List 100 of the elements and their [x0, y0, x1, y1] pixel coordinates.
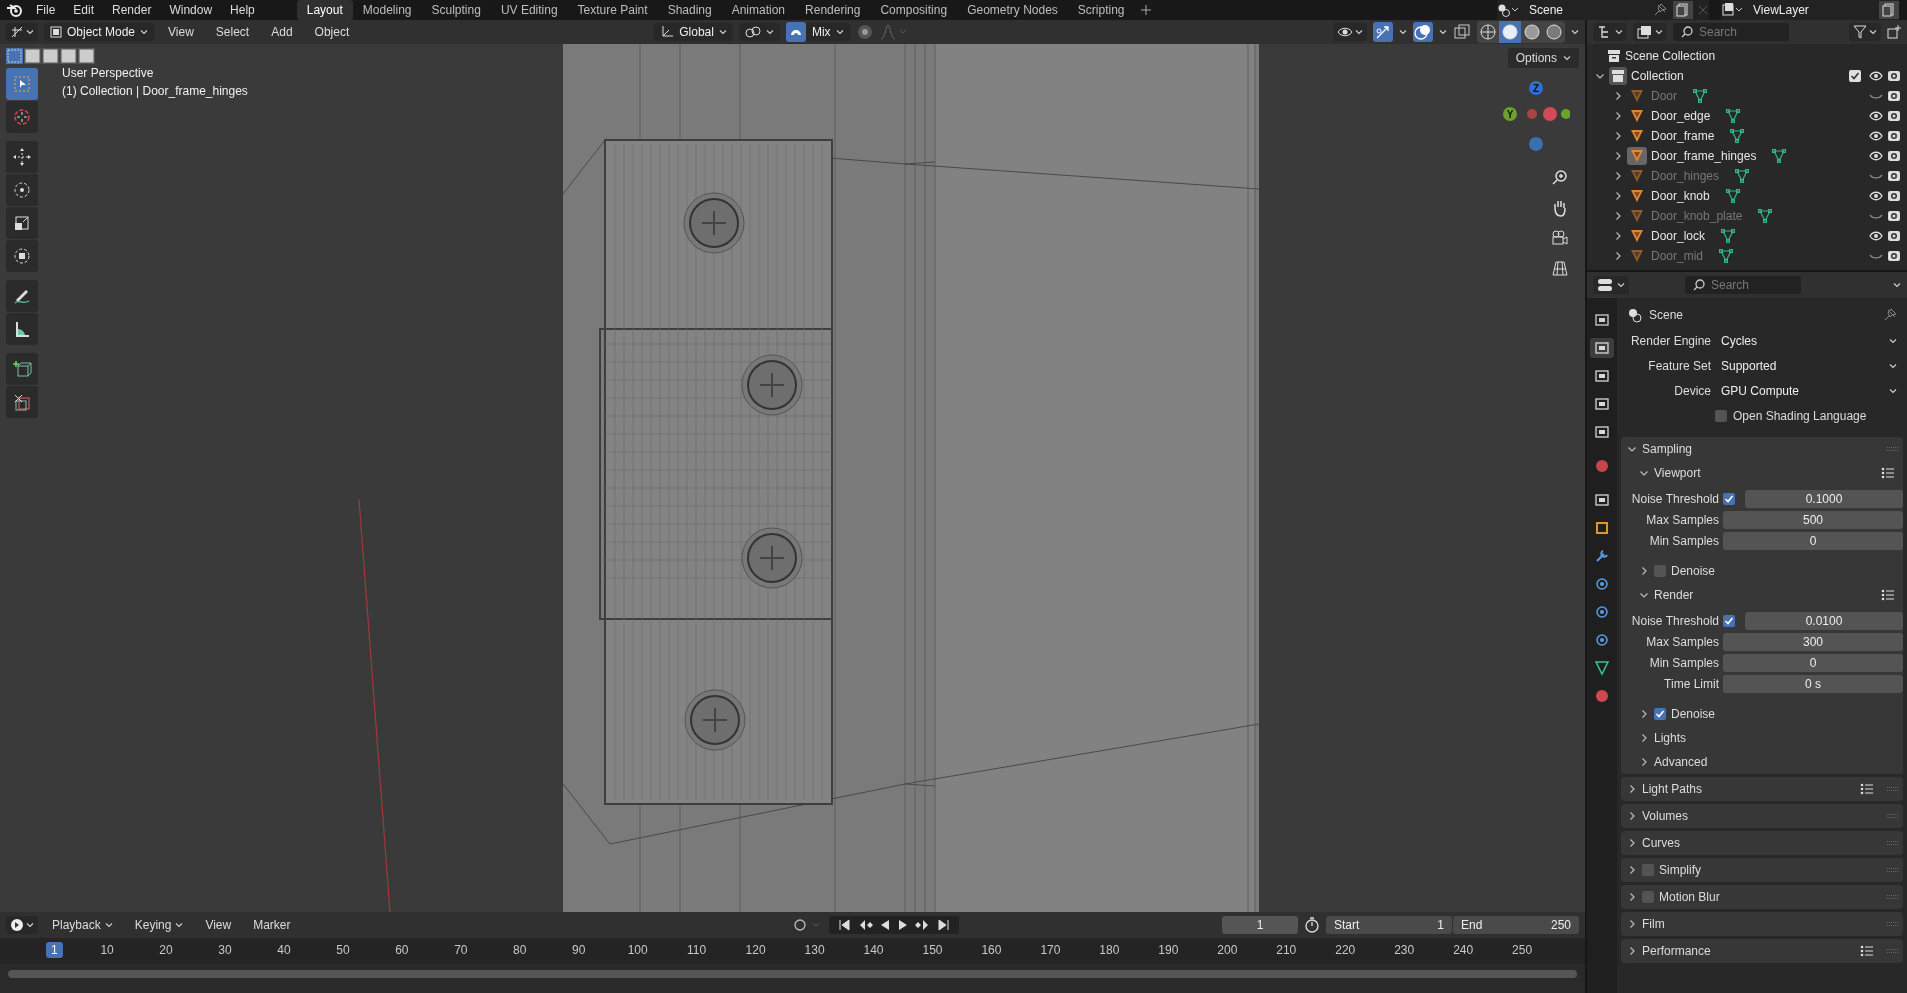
panel-title[interactable]: Sampling — [1642, 442, 1693, 456]
checkbox[interactable] — [1642, 891, 1654, 903]
panel-title[interactable]: Viewport — [1654, 466, 1701, 480]
workspace-tab[interactable]: Layout — [296, 0, 353, 20]
collapse-chevron-icon[interactable] — [1639, 468, 1649, 478]
wireframe-shading-icon[interactable] — [1477, 21, 1499, 43]
eye-icon[interactable] — [1869, 150, 1883, 162]
menu-item[interactable]: View — [197, 918, 240, 932]
workspace-tab[interactable]: Geometry Nodes — [957, 0, 1068, 20]
expand-chevron-icon[interactable] — [1627, 892, 1637, 902]
collapse-chevron-icon[interactable] — [1639, 590, 1649, 600]
add-workspace-icon[interactable] — [1140, 5, 1151, 15]
end-frame-field[interactable]: End 250 — [1453, 916, 1579, 934]
camera-icon[interactable] — [1887, 90, 1901, 102]
panel-title[interactable]: Performance — [1642, 944, 1711, 958]
camera-icon[interactable] — [1887, 130, 1901, 142]
checkbox[interactable] — [1723, 493, 1735, 505]
copy-icon[interactable] — [1673, 1, 1693, 19]
number-field[interactable]: 0 — [1723, 654, 1903, 672]
workspace-tab[interactable]: UV Editing — [490, 0, 568, 20]
menu-item[interactable]: Add — [263, 25, 301, 39]
panel-title[interactable]: Render — [1654, 588, 1694, 602]
new-collection-icon[interactable] — [1887, 25, 1901, 39]
tool-button[interactable] — [6, 207, 38, 239]
rendered-shading-icon[interactable] — [1543, 21, 1565, 43]
overlays-toggle-icon[interactable] — [1413, 22, 1433, 42]
outliner-item[interactable]: Collection — [1631, 69, 1684, 83]
camera-icon[interactable] — [1887, 150, 1901, 162]
panel-title[interactable]: Volumes — [1642, 809, 1689, 823]
collapse-chevron-icon[interactable] — [1627, 444, 1637, 454]
drag-grip-icon[interactable] — [1887, 813, 1899, 819]
number-field[interactable]: 300 — [1723, 633, 1903, 651]
number-field[interactable]: 0.0100 — [1745, 612, 1903, 630]
play-icon[interactable] — [896, 919, 909, 931]
panel-title[interactable]: Denoise — [1671, 564, 1716, 578]
checkbox[interactable] — [1654, 708, 1666, 720]
drag-grip-icon[interactable] — [1887, 921, 1899, 927]
eye-icon[interactable] — [1869, 230, 1883, 242]
number-field[interactable]: 0 s — [1723, 675, 1903, 693]
camera-icon[interactable] — [1887, 70, 1901, 82]
presets-list-icon[interactable] — [1860, 945, 1874, 957]
expand-chevron-icon[interactable] — [1639, 733, 1649, 743]
jump-to-start-icon[interactable] — [836, 919, 851, 931]
filter-dropdown[interactable] — [1849, 23, 1881, 41]
playhead-frame-badge[interactable]: 1 — [46, 942, 63, 958]
gizmo-toggle-icon[interactable] — [1373, 22, 1393, 42]
expand-chevron-icon[interactable] — [1639, 757, 1649, 767]
mesh-data-icon[interactable] — [1735, 169, 1750, 183]
outliner-item[interactable]: Door_knob — [1651, 189, 1710, 203]
menu-item[interactable]: Object — [306, 25, 358, 39]
current-frame-field[interactable]: 1 — [1222, 916, 1298, 934]
menu-item[interactable]: View — [160, 25, 202, 39]
mesh-data-icon[interactable] — [1730, 129, 1745, 143]
panel-title[interactable]: Light Paths — [1642, 782, 1703, 796]
exclude-checkbox[interactable] — [1849, 70, 1861, 82]
snap-magnet-icon[interactable] — [785, 22, 806, 42]
tool-button[interactable] — [6, 280, 38, 312]
solid-shading-icon[interactable] — [1499, 21, 1521, 43]
panel-title[interactable]: Denoise — [1671, 707, 1716, 721]
presets-list-icon[interactable] — [1881, 589, 1895, 601]
pivot-dropdown[interactable] — [738, 23, 780, 41]
outliner-item[interactable]: Scene Collection — [1625, 49, 1716, 63]
pin-icon[interactable] — [1883, 308, 1897, 322]
drag-grip-icon[interactable] — [1887, 840, 1899, 846]
proportional-editing-icon[interactable] — [855, 23, 874, 41]
tool-button[interactable] — [6, 141, 38, 173]
camera-icon[interactable] — [1550, 228, 1570, 248]
selection-mode-icon[interactable] — [24, 48, 41, 64]
navigation-gizmo[interactable]: Z Y — [1480, 80, 1570, 160]
menu-item[interactable]: Keying — [126, 918, 192, 932]
drag-grip-icon[interactable] — [1887, 948, 1899, 954]
editor-type-button[interactable] — [1593, 276, 1629, 294]
expand-chevron-icon[interactable] — [1627, 784, 1637, 794]
editor-type-button[interactable] — [6, 23, 38, 41]
camera-icon[interactable] — [1887, 250, 1901, 262]
camera-icon[interactable] — [1887, 170, 1901, 182]
menu-item[interactable]: Help — [226, 3, 265, 17]
menu-item[interactable]: Edit — [69, 3, 105, 17]
checkbox[interactable] — [1642, 864, 1654, 876]
drag-grip-icon[interactable] — [1887, 446, 1899, 452]
mode-dropdown[interactable]: Object Mode — [44, 23, 155, 41]
workspace-tab[interactable]: Rendering — [795, 0, 871, 20]
panel-title[interactable]: Curves — [1642, 836, 1680, 850]
orientation-dropdown[interactable]: Global — [654, 23, 733, 41]
visibility-dropdown[interactable] — [1333, 23, 1367, 41]
menu-item[interactable]: Window — [165, 3, 223, 17]
workspace-tab[interactable]: Compositing — [870, 0, 958, 20]
menu-item[interactable]: Marker — [245, 918, 299, 932]
menu-item[interactable]: Playback — [44, 918, 121, 932]
camera-icon[interactable] — [1887, 190, 1901, 202]
mesh-data-icon[interactable] — [1772, 149, 1787, 163]
drag-grip-icon[interactable] — [1887, 867, 1899, 873]
number-field[interactable]: 500 — [1723, 511, 1903, 529]
mesh-data-icon[interactable] — [1721, 229, 1736, 243]
stopwatch-icon[interactable] — [1304, 917, 1320, 933]
collapse-chevron-icon[interactable] — [1595, 71, 1605, 81]
number-field[interactable]: 0.1000 — [1745, 490, 1903, 508]
panel-title[interactable]: Motion Blur — [1659, 890, 1720, 904]
filter-view-dropdown[interactable] — [1633, 23, 1667, 41]
workspace-tab[interactable]: Texture Paint — [567, 0, 658, 20]
